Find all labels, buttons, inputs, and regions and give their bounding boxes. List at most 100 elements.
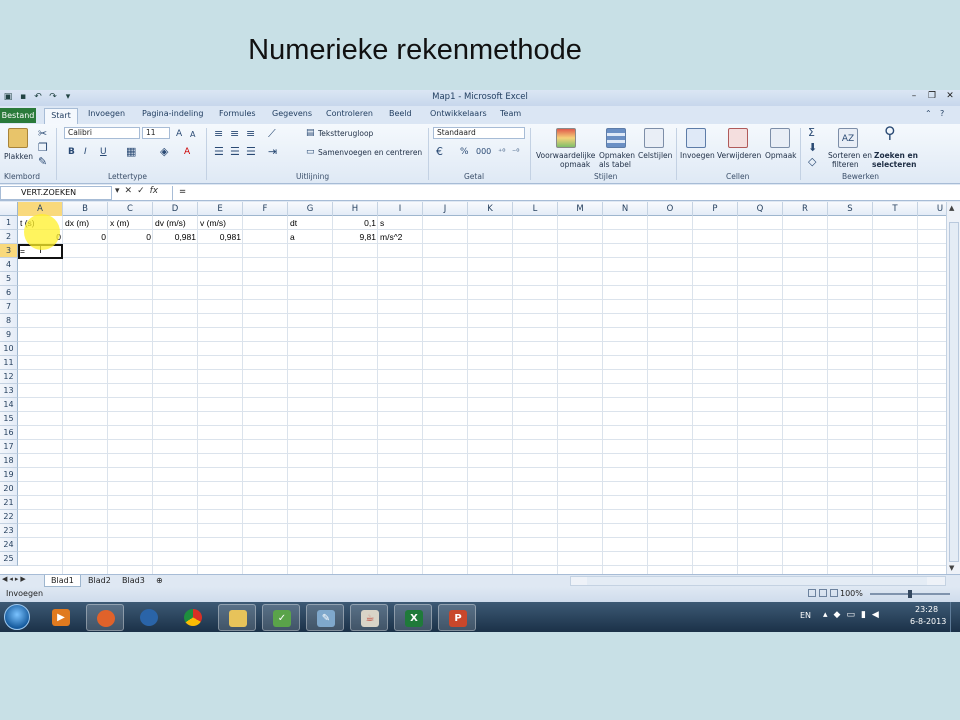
row-header-19[interactable]: 19	[0, 468, 18, 482]
find-select-icon[interactable]: ⚲	[884, 125, 896, 141]
row-header-5[interactable]: 5	[0, 272, 18, 286]
row-header-14[interactable]: 14	[0, 398, 18, 412]
column-header-c[interactable]: C	[108, 202, 153, 216]
row-header-24[interactable]: 24	[0, 538, 18, 552]
row-header-4[interactable]: 4	[0, 258, 18, 272]
column-header-d[interactable]: D	[153, 202, 198, 216]
new-sheet-icon[interactable]: ⊕	[150, 575, 169, 587]
align-center-icon[interactable]: ☰	[230, 146, 240, 158]
column-header-j[interactable]: J	[423, 202, 468, 216]
vertical-scrollbar[interactable]: ▲ ▼	[946, 202, 960, 574]
row-header-18[interactable]: 18	[0, 454, 18, 468]
column-header-o[interactable]: O	[648, 202, 693, 216]
tab-gegevens[interactable]: Gegevens	[272, 109, 312, 118]
percent-button[interactable]: %	[460, 146, 469, 158]
scroll-down-icon[interactable]: ▼	[949, 564, 954, 572]
column-header-i[interactable]: I	[378, 202, 423, 216]
fill-color-icon[interactable]: ◈	[160, 146, 168, 158]
format-cells-icon[interactable]	[770, 128, 790, 148]
conditional-format-icon[interactable]	[556, 128, 576, 148]
column-header-m[interactable]: M	[558, 202, 603, 216]
merge-center-icon[interactable]: ▭	[306, 146, 315, 158]
clear-icon[interactable]: ◇	[808, 156, 816, 168]
restore-icon[interactable]: ❐	[926, 91, 938, 101]
row-header-6[interactable]: 6	[0, 286, 18, 300]
sheet-tab-blad3[interactable]: Blad3	[116, 575, 151, 587]
autosum-icon[interactable]: Σ	[808, 127, 815, 139]
column-header-t[interactable]: T	[873, 202, 918, 216]
tab-team[interactable]: Team	[500, 109, 521, 118]
merge-center-button[interactable]: Samenvoegen en centreren	[318, 148, 422, 157]
language-indicator[interactable]: EN	[800, 611, 811, 620]
row-header-11[interactable]: 11	[0, 356, 18, 370]
indent-icon[interactable]: ⇥	[268, 146, 277, 158]
row-header-3[interactable]: 3	[0, 244, 18, 258]
row-header-16[interactable]: 16	[0, 426, 18, 440]
sheet-tab-blad2[interactable]: Blad2	[82, 575, 117, 587]
underline-button[interactable]: U	[100, 146, 107, 158]
column-header-l[interactable]: L	[513, 202, 558, 216]
format-as-table-button[interactable]: Opmaken	[599, 151, 635, 160]
select-all-corner[interactable]	[0, 202, 18, 216]
shrink-font-icon[interactable]: A	[190, 129, 195, 141]
format-cells-button[interactable]: Opmaak	[765, 151, 797, 160]
zoom-slider-knob[interactable]	[908, 590, 912, 598]
tab-ontwikkelaars[interactable]: Ontwikkelaars	[430, 109, 487, 118]
cell-d2[interactable]: 0,981	[153, 230, 198, 244]
cell-i1[interactable]: s	[378, 216, 468, 230]
zoom-level[interactable]: 100%	[840, 589, 863, 598]
copy-icon[interactable]: ❐	[38, 142, 48, 154]
name-box-dropdown-icon[interactable]: ▾	[115, 186, 120, 196]
page-break-icon[interactable]	[830, 589, 838, 597]
row-header-25[interactable]: 25	[0, 552, 18, 566]
row-header-20[interactable]: 20	[0, 482, 18, 496]
fill-icon[interactable]: ⬇	[808, 142, 817, 154]
normal-view-icon[interactable]	[808, 589, 816, 597]
sort-filter-icon[interactable]: AZ	[838, 128, 858, 148]
formula-input[interactable]: =	[172, 186, 958, 200]
row-header-7[interactable]: 7	[0, 300, 18, 314]
taskbar-editor[interactable]: ✓	[262, 604, 300, 631]
wrap-text-button[interactable]: Tekstterugloop	[318, 129, 373, 138]
clock-date[interactable]: 6-8-2013	[910, 617, 946, 626]
row-header-12[interactable]: 12	[0, 370, 18, 384]
cell-e2[interactable]: 0,981	[198, 230, 243, 244]
wrap-text-icon[interactable]: ▤	[306, 127, 315, 139]
cut-icon[interactable]: ✂	[38, 128, 47, 140]
spreadsheet-grid[interactable]: ABCDEFGHIJKLMNOPQRSTU 1 2 3 4 5 6 7 8 9 10 11 12 13 1…	[0, 202, 946, 574]
currency-icon[interactable]: €	[436, 146, 443, 158]
column-header-n[interactable]: N	[603, 202, 648, 216]
tab-beeld[interactable]: Beeld	[389, 109, 412, 118]
number-format-select[interactable]: Standaard	[433, 127, 525, 139]
name-box[interactable]: VERT.ZOEKEN	[0, 186, 112, 200]
row-header-9[interactable]: 9	[0, 328, 18, 342]
row-header-17[interactable]: 17	[0, 440, 18, 454]
row-header-1[interactable]: 1	[0, 216, 18, 230]
delete-cells-icon[interactable]	[728, 128, 748, 148]
row-header-21[interactable]: 21	[0, 496, 18, 510]
taskbar-notepad[interactable]: ✎	[306, 604, 344, 631]
conditional-format-button[interactable]: Voorwaardelijke	[536, 151, 595, 160]
align-bottom-icon[interactable]: ≡	[246, 128, 255, 140]
align-top-icon[interactable]: ≡	[214, 128, 223, 140]
row-header-22[interactable]: 22	[0, 510, 18, 524]
column-header-s[interactable]: S	[828, 202, 873, 216]
tab-controleren[interactable]: Controleren	[326, 109, 373, 118]
taskbar-excel[interactable]: X	[394, 604, 432, 631]
column-header-b[interactable]: B	[63, 202, 108, 216]
show-desktop-button[interactable]	[950, 602, 960, 632]
taskbar-explorer[interactable]	[218, 604, 256, 631]
format-as-table-icon[interactable]	[606, 128, 626, 148]
paste-icon[interactable]	[8, 128, 28, 148]
taskbar-thunderbird[interactable]	[130, 604, 168, 631]
orientation-icon[interactable]: ⟋	[268, 128, 276, 140]
find-select-button[interactable]: Zoeken en	[874, 151, 918, 160]
close-icon[interactable]: ✕	[944, 91, 956, 101]
align-middle-icon[interactable]: ≡	[230, 128, 239, 140]
cell-i2[interactable]: m/s^2	[378, 230, 468, 244]
clock-time[interactable]: 23:28	[915, 605, 938, 614]
zoom-slider[interactable]	[870, 590, 950, 598]
format-painter-icon[interactable]: ✎	[38, 156, 47, 168]
column-header-k[interactable]: K	[468, 202, 513, 216]
taskbar-chrome[interactable]	[174, 604, 212, 631]
